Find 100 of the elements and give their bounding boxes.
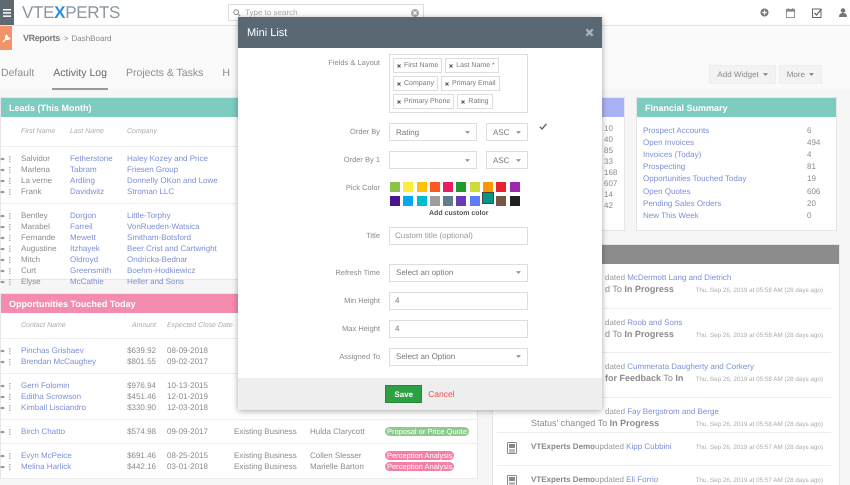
table-cell[interactable]: Stroman LLC [127, 187, 174, 196]
eye-icon[interactable] [0, 280, 5, 284]
table-cell[interactable]: Greensmith [70, 266, 112, 275]
table-cell[interactable]: Itzhayek [70, 244, 100, 253]
order-field-select[interactable]: Rating [389, 123, 477, 141]
record-link[interactable]: Kipp Cubbini [626, 442, 672, 451]
table-cell[interactable]: Farreil [70, 222, 93, 231]
color-swatch[interactable] [496, 182, 506, 192]
option-select[interactable]: Select an option [389, 264, 528, 282]
clear-icon[interactable] [411, 8, 420, 16]
table-cell[interactable]: Beer Crist and Cartwright [127, 244, 217, 253]
eye-icon[interactable] [0, 394, 5, 398]
table-cell[interactable]: Evyn McPeice [21, 451, 72, 460]
color-swatch[interactable] [390, 196, 400, 206]
remove-icon[interactable] [397, 64, 401, 68]
color-swatch[interactable] [470, 182, 480, 192]
eye-icon[interactable] [0, 224, 5, 228]
tab[interactable]: Projects & Tasks [124, 67, 204, 90]
dropdown-button[interactable]: Add Widget [709, 65, 776, 84]
calendar-icon[interactable] [786, 8, 795, 18]
summary-link[interactable]: Invoices (Today) [643, 150, 807, 159]
summary-link[interactable]: Open Quotes [643, 186, 807, 196]
eye-icon[interactable] [0, 156, 5, 160]
color-swatch[interactable] [496, 196, 506, 206]
eye-icon[interactable] [0, 454, 5, 458]
remove-icon[interactable] [397, 82, 401, 86]
table-cell[interactable]: Editha Scrowson [21, 392, 82, 401]
color-swatch[interactable] [430, 182, 440, 192]
menu-icon[interactable] [0, 0, 14, 25]
wrench-icon[interactable] [0, 26, 12, 50]
eye-icon[interactable] [0, 348, 5, 352]
summary-link[interactable]: Prospecting [643, 162, 807, 172]
eye-icon[interactable] [0, 384, 5, 388]
summary-link[interactable]: Opportunities Touched Today [643, 174, 807, 184]
record-link[interactable]: Fay Bergstrom and Berge [627, 407, 719, 416]
eye-icon[interactable] [0, 168, 5, 172]
color-swatch[interactable] [456, 196, 466, 206]
summary-link[interactable]: Prospect Accounts [643, 126, 807, 135]
eye-icon[interactable] [0, 464, 5, 468]
direction-select[interactable]: ASC [486, 151, 528, 169]
table-cell[interactable]: VonRueden-Watsica [127, 222, 200, 231]
color-swatch[interactable] [390, 182, 400, 192]
color-swatch[interactable] [443, 196, 454, 206]
color-swatch[interactable] [510, 196, 520, 206]
tab[interactable]: H [221, 67, 231, 90]
eye-icon[interactable] [0, 236, 5, 240]
table-cell[interactable]: Donnelly OKon and Lowe [127, 176, 218, 185]
table-cell[interactable]: Kimball Lisciandro [21, 403, 86, 412]
table-cell[interactable]: Dorgon [70, 211, 96, 220]
table-cell[interactable]: Boehm-Hodkiewicz [127, 266, 196, 275]
color-swatch[interactable] [430, 196, 440, 206]
color-swatch[interactable] [416, 196, 427, 206]
table-cell[interactable]: Gerri Folomin [21, 381, 70, 390]
text-input[interactable]: Custom title (optional) [389, 226, 528, 244]
eye-icon[interactable] [0, 178, 5, 182]
color-swatch[interactable] [510, 182, 520, 192]
dropdown-button[interactable]: More [778, 65, 822, 84]
check-toggle[interactable] [539, 123, 547, 130]
remove-icon[interactable] [461, 100, 466, 104]
color-swatch[interactable] [416, 182, 427, 192]
record-link[interactable]: Roob and Sons [627, 318, 682, 327]
checkbox-icon[interactable] [812, 8, 822, 18]
color-swatch[interactable] [483, 182, 494, 192]
summary-link[interactable]: New This Week [643, 210, 807, 220]
app-name[interactable]: VReports [23, 33, 60, 43]
table-cell[interactable]: Tabram [70, 165, 97, 174]
table-cell[interactable]: Melina Harlick [21, 462, 72, 471]
eye-icon[interactable] [0, 268, 5, 272]
color-swatch[interactable] [470, 196, 480, 206]
table-cell[interactable]: Pinchas Grishaev [21, 346, 84, 355]
table-cell[interactable]: Smitham-Botsford [127, 233, 192, 242]
eye-icon[interactable] [0, 246, 5, 250]
remove-icon[interactable] [444, 82, 449, 86]
color-swatch[interactable] [403, 182, 414, 192]
remove-icon[interactable] [449, 64, 454, 68]
user-icon[interactable] [839, 8, 847, 17]
table-cell[interactable]: McCathie [70, 277, 104, 286]
table-cell[interactable]: Brendan McCaughey [21, 357, 96, 366]
tab[interactable]: Activity Log [52, 67, 108, 90]
table-cell[interactable]: Oldroyd [70, 255, 98, 264]
order-field-select[interactable] [389, 151, 477, 169]
option-select[interactable]: Select an Option [389, 348, 528, 366]
table-cell[interactable]: Davidwitz [70, 187, 104, 196]
eye-icon[interactable] [0, 360, 5, 364]
close-icon[interactable] [585, 28, 594, 37]
remove-icon[interactable] [397, 100, 401, 104]
direction-select[interactable]: ASC [486, 123, 528, 141]
tab[interactable]: Default [0, 67, 36, 90]
table-cell[interactable]: Haley Kozey and Price [127, 154, 208, 163]
record-link[interactable]: McDermott Lang and Dietrich [627, 273, 732, 282]
color-swatch[interactable] [403, 196, 414, 206]
table-cell[interactable]: Ardling [70, 176, 95, 185]
color-swatch[interactable] [483, 192, 494, 202]
eye-icon[interactable] [0, 406, 5, 410]
record-link[interactable]: Cummerata Daugherty and Corkery [627, 362, 754, 371]
save-button[interactable]: Save [385, 385, 422, 403]
table-cell[interactable]: Little-Torphy [127, 211, 171, 220]
table-cell[interactable]: Mewett [70, 233, 96, 242]
table-cell[interactable]: Heller and Sons [127, 277, 184, 286]
cancel-link[interactable]: Cancel [428, 389, 455, 399]
